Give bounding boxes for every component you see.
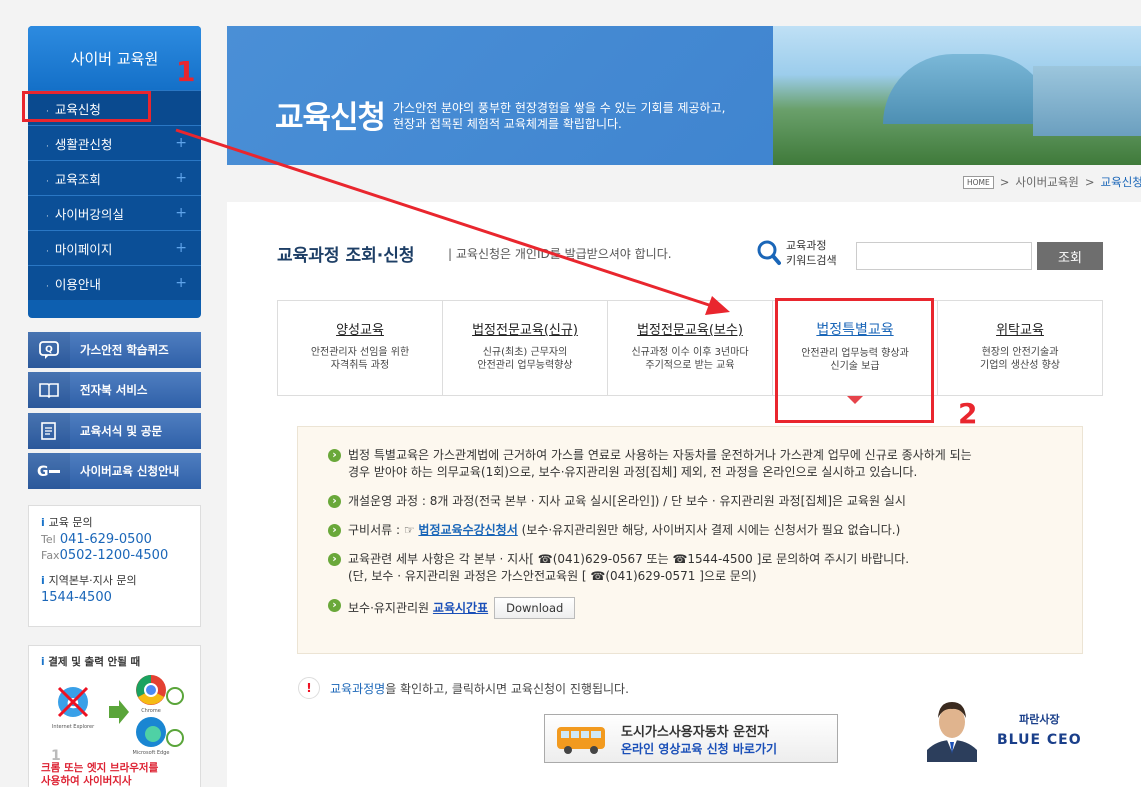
video-education-button[interactable]: 도시가스사용자동차 운전자 온라인 영상교육 신청 바로가기: [544, 714, 838, 763]
tab-commissioned[interactable]: 위탁교육 현장의 안전기술과 기업의 생산성 향상: [938, 301, 1102, 395]
keyword-search-input[interactable]: [856, 242, 1032, 270]
contact-branch-tel: 1544-4500: [41, 590, 112, 605]
contact-edu-label: 교육 문의: [41, 514, 188, 530]
breadcrumb-current: 교육신청: [1100, 175, 1141, 189]
contact-tel: Tel 041-629-0500: [41, 532, 152, 547]
plus-icon: +: [175, 135, 187, 151]
bullet-icon: ·: [46, 141, 49, 152]
chrome-icon: Chrome: [136, 675, 166, 714]
bullet-icon: ·: [46, 281, 49, 292]
step-number: 1: [51, 748, 61, 762]
ie-icon: e Internet Explorer: [52, 686, 95, 730]
sidebar-item-guide[interactable]: · 이용안내 +: [28, 265, 201, 300]
browser-guide-illustration: e Internet Explorer Chrome Microsoft Edg…: [51, 675, 184, 762]
home-link[interactable]: HOME: [963, 175, 994, 189]
tab-legal-new[interactable]: 법정전문교육(신규) 신규(최초) 근무자의 안전관리 업무능력향상: [443, 301, 608, 395]
annotation-box-1: [22, 91, 151, 122]
quick-link-label: 교육서식 및 공문: [80, 424, 163, 438]
chrome-label: Chrome: [141, 708, 161, 714]
bullet-icon: ·: [46, 246, 49, 257]
video-education-line2: 온라인 영상교육 신청 바로가기: [621, 741, 778, 756]
document-icon: [28, 413, 70, 449]
banner-title: 교육신청: [275, 100, 386, 136]
banner-description: 가스안전 분야의 풍부한 현장경험을 쌓을 수 있는 기회를 제공하고, 현장과…: [393, 101, 726, 131]
notice-box: 법정 특별교육은 가스관계법에 근거하여 가스를 연료로 사용하는 자동차를 운…: [297, 426, 1083, 654]
tab-training[interactable]: 양성교육 안전관리자 선임을 위한 자격취득 과정: [278, 301, 443, 395]
svg-text:G: G: [37, 464, 49, 479]
sidebar-item-label: 이용안내: [54, 276, 101, 292]
bullet-icon: ·: [46, 211, 49, 222]
quick-link-label: 사이버교육 신청안내: [80, 464, 180, 478]
plus-icon: +: [175, 170, 187, 186]
ie-label: Internet Explorer: [52, 724, 95, 730]
sidebar-item-mypage[interactable]: · 마이페이지 +: [28, 230, 201, 265]
exclamation-icon: !: [298, 677, 320, 699]
browser-guide-heading: 결제 및 출력 안될 때: [41, 654, 188, 669]
page: 사이버 교육원 · 교육신청 · 생활관신청 + · 교육조회 + · 사이버강의실 +…: [0, 0, 1141, 787]
building-image: [883, 54, 1053, 124]
notice-item: 보수·유지관리원 교육시간표Download: [328, 597, 1052, 619]
bus-icon: [557, 726, 605, 754]
notice-item: 법정 특별교육은 가스관계법에 근거하여 가스를 연료로 사용하는 자동차를 운…: [328, 447, 1052, 481]
edge-label: Microsoft Edge: [133, 750, 170, 756]
contact-branch-label: 지역본부·지사 문의: [41, 572, 188, 588]
quick-link-label: 전자북 서비스: [80, 383, 148, 397]
quick-link-apply-guide[interactable]: G 사이버교육 신청안내: [28, 453, 201, 489]
sidebar-item-label: 마이페이지: [54, 241, 113, 257]
contact-box: 교육 문의 Tel 041-629-0500 Fax0502-1200-4500…: [28, 505, 201, 627]
browser-guide-footer: 크롬 또는 엣지 브라우저를 사용하여 사이버지사: [41, 762, 159, 787]
course-tabs: 양성교육 안전관리자 선임을 위한 자격취득 과정 법정전문교육(신규) 신규(최…: [277, 300, 1103, 404]
plus-icon: +: [175, 240, 187, 256]
tab-legal-refresh[interactable]: 법정전문교육(보수) 신규과정 이수 이후 3년마다 주기적으로 받는 교육: [608, 301, 773, 395]
book-icon: [28, 372, 70, 408]
building-image: [1033, 66, 1141, 136]
edge-icon: Microsoft Edge: [133, 717, 170, 756]
page-subtitle: | 교육신청은 개인ID를 발급받으셔야 합니다.: [448, 247, 672, 261]
sidebar-item-dormitory[interactable]: · 생활관신청 +: [28, 125, 201, 160]
alert-message: ! 교육과정명 을 확인하고, 클릭하시면 교육신청이 진행됩니다.: [298, 677, 629, 699]
main-content: 교육과정 조회·신청 | 교육신청은 개인ID를 발급받으셔야 합니다. 교육과…: [227, 202, 1141, 787]
quick-link-label: 가스안전 학습퀴즈: [80, 343, 169, 357]
sidebar-item-classroom[interactable]: · 사이버강의실 +: [28, 195, 201, 230]
notice-item: 개설운영 과정 : 8개 과정(전국 본부 · 지사 교육 실시[온라인]) /…: [328, 493, 1052, 510]
plus-icon: +: [175, 275, 187, 291]
timetable-link[interactable]: 교육시간표: [433, 601, 488, 615]
breadcrumb-level1[interactable]: 사이버교육원: [1015, 174, 1078, 190]
svg-text:Q: Q: [45, 345, 53, 355]
quiz-icon: Q: [28, 332, 70, 368]
ceo-avatar: [927, 702, 977, 762]
sidebar-item-label: 사이버강의실: [54, 206, 124, 222]
search-label: 교육과정 키워드검색: [786, 239, 837, 267]
search-icon: [757, 240, 781, 265]
browser-guide-box: 결제 및 출력 안될 때 e Internet Explorer Chrome: [28, 645, 201, 787]
page-banner: 교육신청 가스안전 분야의 풍부한 현장경험을 쌓을 수 있는 기회를 제공하고…: [227, 26, 1141, 165]
annotation-number-1: 1: [176, 55, 196, 88]
arrow-right-icon: [109, 700, 129, 724]
annotation-number-2: 2: [958, 397, 978, 430]
search-button[interactable]: 조회: [1037, 242, 1103, 270]
sidebar-item-label: 생활관신청: [54, 136, 113, 152]
contact-fax: Fax0502-1200-4500: [41, 548, 169, 563]
application-form-link[interactable]: 법정교육수강신청서: [418, 523, 517, 537]
guide-icon: G: [28, 453, 70, 489]
ceo-name: 파란사장 BLUE CEO: [997, 713, 1082, 748]
download-button[interactable]: Download: [494, 597, 576, 619]
plus-icon: +: [175, 205, 187, 221]
page-title: 교육과정 조회·신청: [277, 246, 415, 266]
banner-photo: [773, 26, 1141, 165]
bullet-icon: ·: [46, 176, 49, 187]
notice-item: 교육관련 세부 사항은 각 본부 · 지사[ ☎(041)629-0567 또는…: [328, 551, 1052, 585]
video-education-line1: 도시가스사용자동차 운전자: [621, 724, 770, 740]
notice-item: 구비서류 : ☞ 법정교육수강신청서 (보수·유지관리원만 해당, 사이버지사 …: [328, 522, 1052, 539]
sidebar-item-inquiry[interactable]: · 교육조회 +: [28, 160, 201, 195]
quick-link-ebook[interactable]: 전자북 서비스: [28, 372, 201, 408]
quick-link-forms[interactable]: 교육서식 및 공문: [28, 413, 201, 449]
quick-link-quiz[interactable]: Q 가스안전 학습퀴즈: [28, 332, 201, 368]
sidebar-item-label: 교육조회: [54, 171, 101, 187]
breadcrumb: HOME > 사이버교육원 > 교육신청: [963, 174, 1141, 190]
annotation-box-2: [775, 298, 934, 423]
